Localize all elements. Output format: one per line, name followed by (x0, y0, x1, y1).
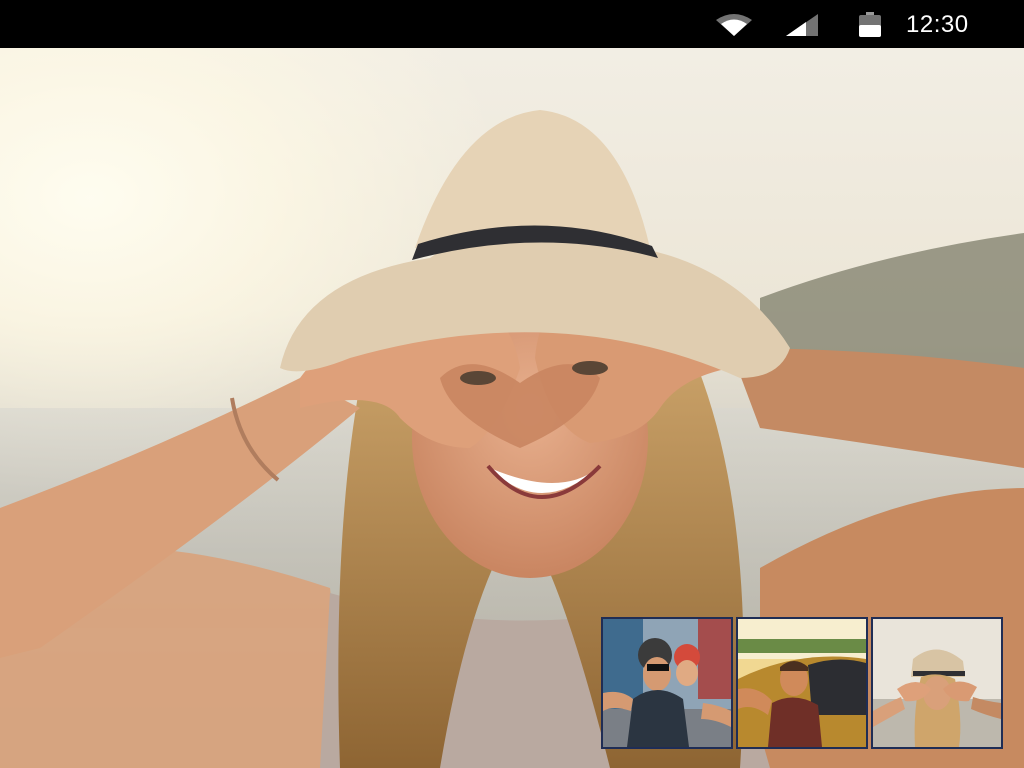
thumbnail-2[interactable] (736, 617, 868, 749)
thumbnail-1[interactable] (601, 617, 733, 749)
wifi-icon (714, 12, 754, 43)
battery-icon (858, 12, 882, 43)
status-time: 12:30 (906, 11, 969, 38)
thumbnail-3[interactable] (871, 617, 1003, 749)
cellular-signal-icon (784, 12, 820, 43)
status-bar: 12:30 (0, 0, 1024, 48)
